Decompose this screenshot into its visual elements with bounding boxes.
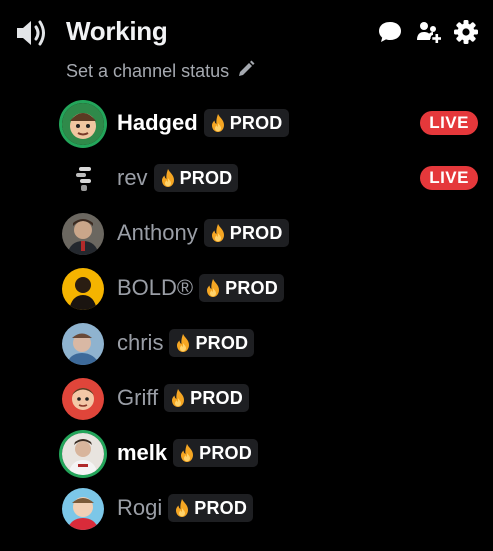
voice-member-row[interactable]: Rogi PROD — [0, 481, 493, 536]
server-tag-label: PROD — [229, 113, 283, 133]
server-tag[interactable]: PROD — [199, 274, 284, 302]
voice-member-row[interactable]: Griff PROD — [0, 371, 493, 426]
avatar — [62, 323, 104, 365]
server-tag[interactable]: PROD — [153, 164, 239, 192]
avatar — [62, 378, 104, 420]
member-name: Griff — [117, 385, 159, 410]
live-badge[interactable]: LIVE — [420, 111, 478, 135]
voice-member-row[interactable]: Hadged PROD LIVE — [0, 96, 493, 151]
member-name: rev — [117, 165, 148, 190]
flame-icon — [173, 498, 191, 518]
server-tag-label: PROD — [195, 333, 249, 353]
member-name-wrap: Griff PROD — [117, 384, 249, 412]
member-name-wrap: rev PROD — [117, 164, 239, 192]
avatar — [62, 488, 104, 530]
member-name: chris — [117, 330, 164, 355]
server-tag[interactable]: PROD — [173, 439, 258, 467]
server-tag-label: PROD — [225, 278, 278, 298]
voice-member-row[interactable]: chris PROD — [0, 316, 493, 371]
add-member-icon[interactable] — [415, 19, 441, 45]
channel-name: Working — [66, 16, 168, 46]
voice-channel-header[interactable]: Working Set a channel status — [0, 0, 493, 81]
avatar — [62, 268, 104, 310]
voice-member-row[interactable]: rev PROD LIVE — [0, 151, 493, 206]
member-name: Anthony — [117, 220, 198, 245]
server-tag-label: PROD — [199, 443, 252, 463]
member-name: melk — [117, 440, 168, 465]
member-name-wrap: melk PROD — [117, 439, 258, 467]
channel-header-actions — [377, 17, 479, 47]
pencil-icon — [237, 60, 255, 83]
flame-icon — [178, 443, 196, 463]
server-tag[interactable]: PROD — [168, 494, 254, 522]
flame-icon — [159, 168, 177, 188]
avatar — [62, 433, 104, 475]
member-name-wrap: Rogi PROD — [117, 494, 254, 522]
avatar — [62, 158, 104, 200]
avatar — [62, 213, 104, 255]
flame-icon — [209, 113, 227, 133]
flame-icon — [209, 223, 227, 243]
server-tag-label: PROD — [229, 223, 283, 243]
avatar — [62, 103, 104, 145]
flame-icon — [169, 388, 187, 408]
voice-member-list: Hadged PROD LIVE rev PROD LIVE Anthony PROD BOLD… — [0, 96, 493, 536]
server-tag[interactable]: PROD — [164, 384, 249, 412]
flame-icon — [204, 278, 222, 298]
voice-member-row[interactable]: melk PROD — [0, 426, 493, 481]
member-name-wrap: Hadged PROD — [117, 109, 289, 137]
speaker-icon — [14, 18, 48, 48]
server-tag[interactable]: PROD — [203, 219, 289, 247]
flame-icon — [174, 333, 192, 353]
member-name-wrap: chris PROD — [117, 329, 255, 357]
live-badge[interactable]: LIVE — [420, 166, 478, 190]
set-channel-status-button[interactable]: Set a channel status — [66, 58, 255, 84]
voice-member-row[interactable]: Anthony PROD — [0, 206, 493, 261]
channel-status-placeholder: Set a channel status — [66, 60, 230, 81]
server-tag-label: PROD — [179, 168, 233, 188]
server-tag-label: PROD — [194, 498, 248, 518]
member-name-wrap: Anthony PROD — [117, 219, 289, 247]
member-name-wrap: BOLD® PROD — [117, 274, 284, 302]
server-tag[interactable]: PROD — [203, 109, 289, 137]
gear-icon[interactable] — [453, 19, 479, 45]
server-tag-label: PROD — [190, 388, 243, 408]
voice-member-row[interactable]: BOLD® PROD — [0, 261, 493, 316]
chat-bubble-icon[interactable] — [377, 19, 403, 45]
server-tag[interactable]: PROD — [169, 329, 255, 357]
member-name: BOLD® — [117, 275, 194, 300]
member-name: Rogi — [117, 495, 163, 520]
member-name: Hadged — [117, 110, 198, 135]
